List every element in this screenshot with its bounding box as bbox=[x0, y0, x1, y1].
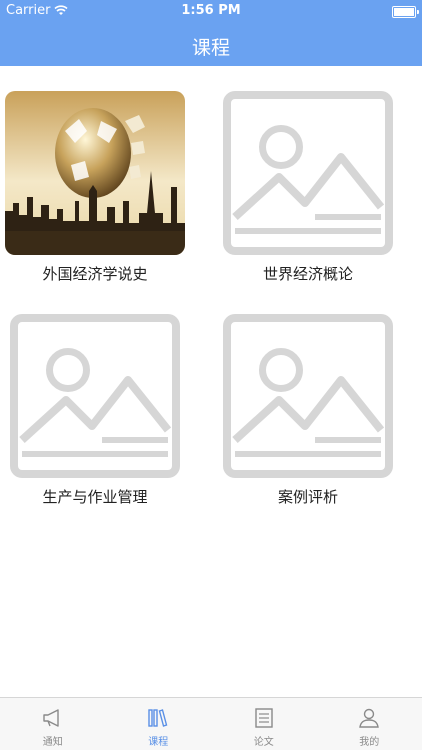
tab-papers-label: 论文 bbox=[253, 737, 274, 748]
image-placeholder-icon bbox=[223, 314, 393, 478]
course-title: 世界经济概论 bbox=[262, 265, 353, 283]
tab-papers[interactable]: 论文 bbox=[211, 698, 317, 750]
battery-icon bbox=[392, 6, 419, 18]
course-thumbnail-world-economy-image bbox=[5, 91, 185, 255]
status-bar: Carrier 1:56 PM bbox=[0, 0, 422, 22]
course-card[interactable]: 生产与作业管理 bbox=[5, 314, 185, 507]
user-icon bbox=[359, 708, 380, 728]
course-card[interactable]: 世界经济概论 bbox=[218, 91, 398, 284]
course-card[interactable]: 案例评析 bbox=[218, 314, 398, 507]
tab-courses-label: 课程 bbox=[148, 737, 169, 748]
tab-notice[interactable]: 通知 bbox=[0, 698, 106, 750]
tab-notice-label: 通知 bbox=[42, 737, 63, 748]
tab-courses[interactable]: 课程 bbox=[106, 698, 212, 750]
books-icon bbox=[148, 709, 168, 727]
page-title: 课程 bbox=[191, 37, 230, 59]
course-title: 外国经济学说史 bbox=[42, 265, 148, 283]
megaphone-icon bbox=[43, 709, 59, 727]
course-card[interactable]: 外国经济学说史 bbox=[5, 91, 185, 284]
course-title: 案例评析 bbox=[277, 488, 338, 506]
tab-bar: 通知 课程 论文 我的 bbox=[0, 697, 422, 750]
image-placeholder-icon bbox=[223, 91, 393, 255]
tab-profile-label: 我的 bbox=[359, 737, 380, 748]
image-placeholder-icon bbox=[10, 314, 180, 478]
document-icon bbox=[255, 708, 273, 728]
navigation-bar: Carrier 1:56 PM 课程 bbox=[0, 0, 422, 66]
status-time: 1:56 PM bbox=[181, 3, 241, 18]
course-title: 生产与作业管理 bbox=[42, 488, 148, 506]
tab-profile[interactable]: 我的 bbox=[317, 698, 422, 750]
